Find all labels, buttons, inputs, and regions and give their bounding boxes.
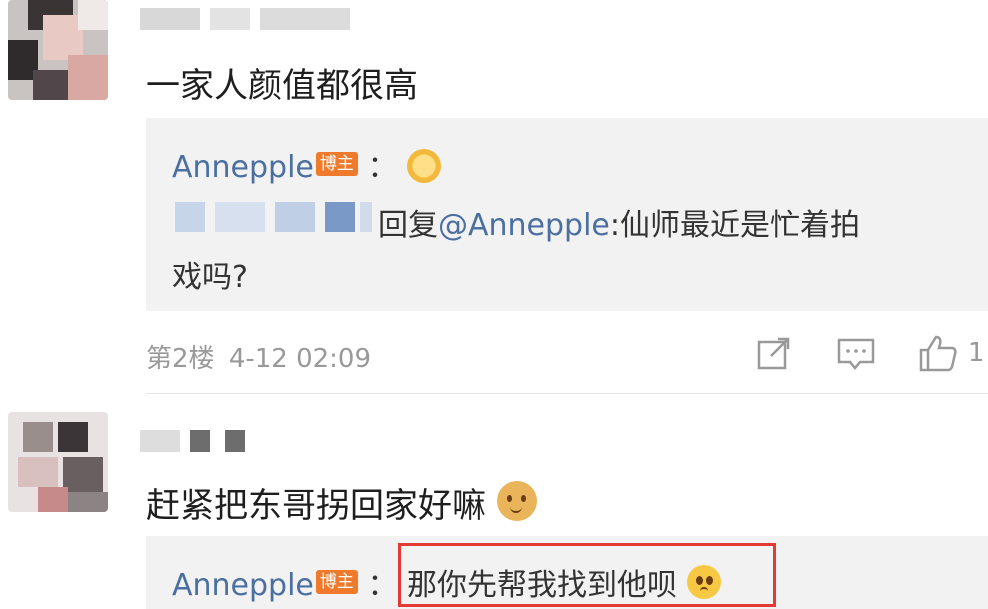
floor-label: 第2楼 <box>146 344 215 374</box>
reply-author-link[interactable]: Annepple <box>172 150 314 185</box>
highlight-box <box>398 543 776 607</box>
username-blurred[interactable] <box>140 430 270 452</box>
like-icon[interactable] <box>918 333 958 373</box>
mention-link[interactable]: @Annepple <box>438 208 610 243</box>
reply-author-link[interactable]: Annepple <box>172 568 314 603</box>
avatar[interactable] <box>8 412 108 512</box>
avatar[interactable] <box>8 0 108 100</box>
timestamp: 4-12 02:09 <box>228 344 372 374</box>
username-blurred[interactable] <box>140 8 370 30</box>
author-badge: 博主 <box>315 152 358 176</box>
separator: ： <box>367 150 398 185</box>
doge-emoji-icon <box>496 481 537 521</box>
quoted-reply-line2: 戏吗? <box>172 260 248 295</box>
share-icon[interactable] <box>756 335 792 371</box>
author-badge: 博主 <box>315 570 358 594</box>
divider <box>146 393 988 394</box>
reply-header: Annepple 博主 ： <box>172 142 441 186</box>
quoted-text: :仙师最近是忙着拍 <box>609 208 860 243</box>
comment-text: 赶紧把东哥拐回家好嘛 <box>146 478 537 527</box>
like-count: 1 <box>968 338 985 368</box>
sun-emoji-icon <box>406 149 441 183</box>
comment-meta: 第2楼 4-12 02:09 <box>146 338 371 375</box>
comment-text: 一家人颜值都很高 <box>146 66 418 106</box>
separator: ： <box>367 568 398 603</box>
username-blurred[interactable] <box>175 202 375 232</box>
quoted-reply-line1: 回复@Annepple:仙师最近是忙着拍 <box>378 200 860 244</box>
comment-icon[interactable] <box>836 337 876 373</box>
reply-word: 回复 <box>378 208 438 243</box>
